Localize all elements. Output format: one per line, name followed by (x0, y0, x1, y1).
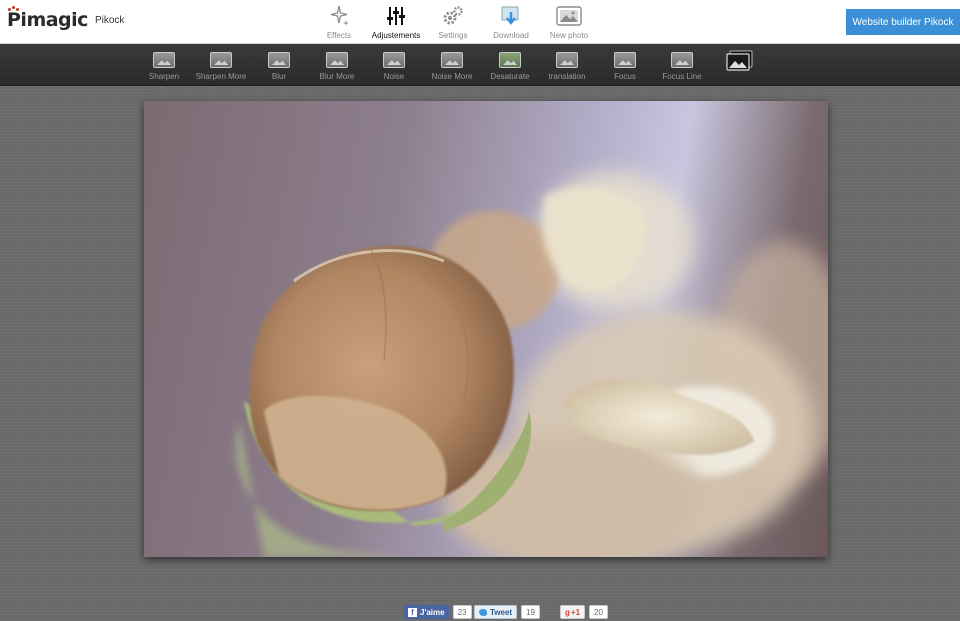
sparkle-icon (326, 3, 352, 29)
image-thumb-icon (153, 52, 175, 68)
logo-text: Pimagic (7, 9, 88, 31)
tool-label: Focus (614, 72, 636, 81)
tool-label: Noise (383, 72, 405, 81)
image-thumb-icon (499, 52, 521, 68)
twitter-bird-icon (479, 608, 487, 616)
plus-one-button[interactable]: g +1 (560, 605, 586, 619)
plus-one-count: 20 (589, 605, 608, 619)
nav-download-label: Download (493, 31, 529, 40)
image-thumb-icon (441, 52, 463, 68)
top-bar: Pimagic Pikock Effects Adjustements Sett… (0, 0, 960, 44)
photo-image (235, 171, 828, 557)
image-thumb-icon (556, 52, 578, 68)
logo-wordmark: Pimagic (7, 6, 88, 31)
tool-label: Noise More (431, 72, 473, 81)
logo-subtitle: Pikock (94, 15, 125, 26)
gears-icon (440, 3, 466, 29)
logo-dots (8, 6, 20, 11)
nav-effects[interactable]: Effects (309, 3, 369, 43)
photo-icon (556, 3, 582, 29)
tool-focus-line[interactable]: Focus Line (647, 52, 717, 84)
filter-toolbar: Sharpen Sharpen More Blur Blur More Nois… (0, 44, 960, 86)
tweet-label: Tweet (490, 607, 513, 617)
logo[interactable]: Pimagic Pikock (7, 6, 125, 31)
facebook-like-count: 23 (452, 605, 472, 619)
plus-one-label: +1 (570, 607, 581, 617)
nav-new-photo[interactable]: New photo (539, 3, 599, 43)
tool-label: Sharpen (148, 72, 180, 81)
tool-label: Sharpen More (195, 72, 247, 81)
tool-label: Blur More (319, 72, 355, 81)
sliders-icon (383, 3, 409, 29)
tool-label: Focus Line (662, 72, 702, 81)
nav-adjustements-label: Adjustements (371, 31, 421, 40)
nav-adjustements[interactable]: Adjustements (366, 3, 426, 43)
nav-settings-label: Settings (438, 31, 468, 40)
twitter-tweet[interactable]: Tweet 19 (474, 605, 540, 619)
website-builder-button[interactable]: Website builder Pikock (846, 9, 960, 35)
tool-label: Desaturate (490, 72, 530, 81)
facebook-like[interactable]: f J'aime 23 (404, 605, 472, 619)
image-thumb-icon (210, 52, 232, 68)
nav-download[interactable]: Download (481, 3, 541, 43)
gallery-button[interactable] (725, 50, 755, 82)
google-plus-one[interactable]: g +1 20 (560, 605, 608, 619)
image-thumb-icon (614, 52, 636, 68)
photo-stack-icon (726, 50, 754, 77)
social-share-bar: f J'aime 23 Tweet 19 g +1 20 (0, 605, 960, 621)
edited-photo[interactable] (144, 101, 828, 557)
nav-new-photo-label: New photo (549, 31, 589, 40)
tweet-button[interactable]: Tweet (474, 605, 518, 619)
tweet-count: 19 (521, 605, 540, 619)
image-thumb-icon (383, 52, 405, 68)
image-thumb-icon (671, 52, 693, 68)
nav-settings[interactable]: Settings (423, 3, 483, 43)
nav-effects-label: Effects (326, 31, 352, 40)
image-thumb-icon (326, 52, 348, 68)
facebook-like-label: J'aime (420, 607, 445, 617)
tool-label: translation (548, 72, 586, 81)
download-icon (498, 3, 524, 29)
google-g-icon: g (565, 607, 570, 617)
tool-label: Blur (271, 72, 287, 81)
image-thumb-icon (268, 52, 290, 68)
facebook-icon: f (408, 607, 417, 617)
facebook-like-button[interactable]: f J'aime (404, 605, 449, 619)
